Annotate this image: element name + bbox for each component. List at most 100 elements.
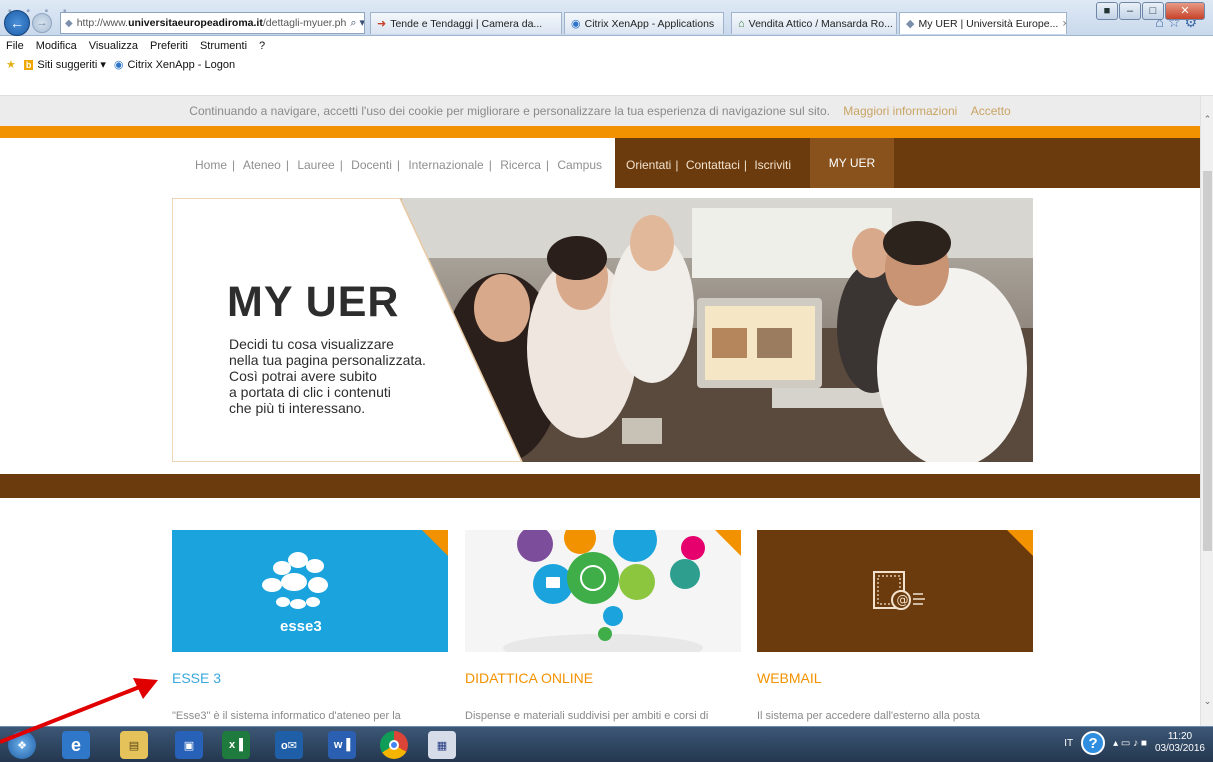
nav-separator: | xyxy=(396,158,400,172)
nav-left: Home | Ateneo | Lauree | Docenti | Internazi… xyxy=(195,158,602,172)
hero-line: a portata di clic i contenuti xyxy=(229,384,391,400)
tab-citrix[interactable]: ◉ Citrix XenApp - Applications xyxy=(564,12,724,34)
address-tools[interactable]: ⌕ ▾ C xyxy=(346,16,364,30)
address-bar[interactable]: ◆ http://www. universitaeuropeadiroma.it /… xyxy=(60,12,365,34)
favorites-star-icon[interactable]: ★ xyxy=(6,58,16,71)
ie-icon[interactable]: e xyxy=(62,731,90,759)
menu-modifica[interactable]: Modifica xyxy=(36,40,77,52)
menu-file[interactable]: File xyxy=(6,40,24,52)
card-title-didattica[interactable]: DIDATTICA ONLINE xyxy=(465,670,593,686)
museum-icon[interactable]: ▦ xyxy=(428,731,456,759)
web-page: Continuando a navigare, accetti l'uso de… xyxy=(0,96,1200,726)
maximize-icon[interactable]: □ xyxy=(1142,2,1164,20)
menu-visualizza[interactable]: Visualizza xyxy=(89,40,138,52)
tab-favicon-icon: ➜ xyxy=(377,18,387,30)
fav-siti-suggeriti[interactable]: b Siti suggeriti ▾ xyxy=(23,58,106,71)
card-webmail[interactable]: @ xyxy=(757,530,1033,652)
nav-my-uer[interactable]: MY UER xyxy=(810,138,894,188)
menu-strumenti[interactable]: Strumenti xyxy=(200,40,247,52)
nav-docenti[interactable]: Docenti xyxy=(351,158,392,172)
tab-label: Citrix XenApp - Applications xyxy=(584,17,715,30)
minimize-icon[interactable]: – xyxy=(1119,2,1141,20)
brown-separator-band xyxy=(0,474,1200,498)
clock-date: 03/03/2016 xyxy=(1154,743,1205,754)
start-icon[interactable]: ❖ xyxy=(8,731,36,759)
menu-help[interactable]: ? xyxy=(259,40,265,52)
nav-ateneo[interactable]: Ateneo xyxy=(243,158,281,172)
clock[interactable]: 11:20 03/03/2016 xyxy=(1155,731,1205,755)
site-icon: ◆ xyxy=(65,17,73,29)
scroll-thumb[interactable] xyxy=(1203,171,1212,551)
system-tray: IT ? ▴ ▭ ♪ ■ 11:20 03/03/2016 xyxy=(1064,731,1205,755)
forward-button[interactable]: → xyxy=(32,13,52,33)
outlook-icon[interactable]: o✉ xyxy=(275,731,303,759)
tab-label: Vendita Attico / Mansarda Ro... xyxy=(748,17,893,30)
nav-separator: | xyxy=(285,158,289,172)
open-book-icon xyxy=(503,530,705,652)
clock-time: 11:20 xyxy=(1167,731,1193,742)
card-text-esse3: "Esse3" è il sistema informatico d'atene… xyxy=(172,710,401,722)
nav-separator: | xyxy=(743,158,747,172)
tab-vendita[interactable]: ⌂ Vendita Attico / Mansarda Ro... xyxy=(731,12,897,34)
nav-separator: | xyxy=(488,158,492,172)
address-domain: universitaeuropeadiroma.it xyxy=(128,17,263,29)
hero-banner: MY UER Decidi tu cosa visualizzare nella… xyxy=(172,198,1033,462)
card-title-esse3[interactable]: ESSE 3 xyxy=(172,670,221,686)
menu-preferiti[interactable]: Preferiti xyxy=(150,40,188,52)
card-text-webmail: Il sistema per accedere dall'esterno all… xyxy=(757,710,980,722)
hero-description: Decidi tu cosa visualizzare nella tua pa… xyxy=(229,336,479,416)
tab-close-icon[interactable]: × xyxy=(1062,18,1066,30)
card-didattica-online[interactable] xyxy=(465,530,741,652)
card-corner xyxy=(422,530,448,556)
address-path: /dettagli-myuer.ph xyxy=(262,17,347,29)
scroll-up-icon[interactable]: ⌃ xyxy=(1202,114,1213,125)
card-title-webmail[interactable]: WEBMAIL xyxy=(757,670,822,686)
nav-separator: | xyxy=(545,158,549,172)
nav-home[interactable]: Home xyxy=(195,158,227,172)
scroll-down-icon[interactable]: ⌄ xyxy=(1202,696,1213,707)
webmail-icon: @ xyxy=(873,571,925,610)
address-prefix: http://www. xyxy=(76,17,129,29)
fav-citrix-logon[interactable]: ◉ Citrix XenApp - Logon xyxy=(114,58,235,72)
cookie-banner: Continuando a navigare, accetti l'uso de… xyxy=(0,96,1200,126)
tray-icons[interactable]: ▴ ▭ ♪ ■ xyxy=(1113,738,1147,749)
cookie-accept-link[interactable]: Accetto xyxy=(971,104,1011,118)
nav-ricerca[interactable]: Ricerca xyxy=(500,158,541,172)
chrome-icon[interactable] xyxy=(380,731,408,759)
tab-tende[interactable]: ➜ Tende e Tendaggi | Camera da... xyxy=(370,12,562,34)
bing-icon: b xyxy=(23,59,34,70)
hero-title: MY UER xyxy=(227,278,400,326)
nav-iscriviti[interactable]: Iscriviti xyxy=(754,158,791,172)
language-indicator[interactable]: IT xyxy=(1064,738,1073,749)
nav-lauree[interactable]: Lauree xyxy=(297,158,334,172)
nav-separator: | xyxy=(675,158,679,172)
site-icon: ◆ xyxy=(906,18,915,30)
nav-separator: | xyxy=(339,158,343,172)
nav-orientati[interactable]: Orientati xyxy=(626,158,671,172)
back-button[interactable]: ← xyxy=(4,10,30,36)
excel-icon[interactable]: x▐ xyxy=(222,731,250,759)
card-esse3[interactable]: esse3 xyxy=(172,530,448,652)
explorer-icon[interactable]: ▤ xyxy=(120,731,148,759)
esse3-logo-text: esse3 xyxy=(280,618,322,635)
nav-contattaci[interactable]: Contattaci xyxy=(686,158,740,172)
house-icon: ⌂ xyxy=(738,17,745,30)
word-icon[interactable]: w▐ xyxy=(328,731,356,759)
app-icon: ■ xyxy=(1096,2,1118,20)
hero-line: Così potrai avere subito xyxy=(229,368,377,384)
menu-bar: File Modifica Visualizza Preferiti Strum… xyxy=(0,36,1213,56)
screen: ▪ ▪ ▪ ▪ ← → ◆ http://www. universitaeurop… xyxy=(0,0,1213,762)
help-icon[interactable]: ? xyxy=(1081,731,1106,755)
cookie-more-link[interactable]: Maggiori informazioni xyxy=(843,104,957,118)
outlook-calendar-icon[interactable]: ▣ xyxy=(175,731,203,759)
nav-campus[interactable]: Campus xyxy=(557,158,602,172)
svg-text:@: @ xyxy=(897,593,909,607)
tab-my-uer[interactable]: ◆ My UER | Università Europe... × xyxy=(899,12,1067,34)
main-navigation: Home | Ateneo | Lauree | Docenti | Internazi… xyxy=(0,138,1200,188)
nav-internazionale[interactable]: Internazionale xyxy=(408,158,483,172)
page-scrollbar[interactable]: ⌃ ⌄ xyxy=(1200,96,1213,726)
close-window-icon[interactable]: ✕ xyxy=(1165,2,1205,20)
card-text-didattica: Dispense e materiali suddivisi per ambit… xyxy=(465,710,709,722)
orange-divider xyxy=(0,126,1200,138)
tab-label: Tende e Tendaggi | Camera da... xyxy=(390,17,543,30)
